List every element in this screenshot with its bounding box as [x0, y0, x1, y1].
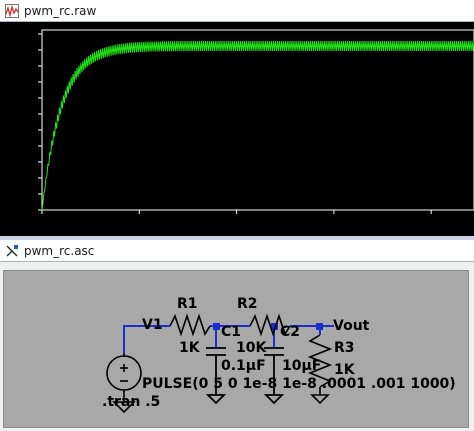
r1-value: 1K — [179, 340, 201, 356]
c1-value: 0.1µF — [221, 358, 266, 374]
ground-icon — [310, 394, 330, 405]
pulse-directive: PULSE(0 5 0 1e-8 1e-8 .0001 .001 1000) — [142, 376, 456, 392]
r1-resistor[interactable] — [169, 313, 211, 337]
x-tick-label: 100ms — [220, 218, 254, 229]
y-tick-label: 24mV — [8, 110, 37, 121]
junction-node-1 — [213, 323, 220, 330]
y-tick-label: 4mV — [14, 190, 37, 201]
x-tick-label: 0ms — [31, 218, 52, 229]
waveform-window-title: pwm_rc.raw — [24, 3, 97, 18]
waveform-window-titlebar[interactable]: pwm_rc.raw — [0, 0, 474, 22]
plot-background — [0, 22, 474, 236]
r3-label: R3 — [334, 340, 355, 356]
y-tick-label: 20mV — [8, 126, 37, 137]
tran-directive: .tran .5 — [102, 394, 160, 410]
ground-icon — [263, 394, 285, 405]
waveform-window: pwm_rc.raw 0mV 4mV 8mV 12mV 16mV 20mV 24mV 28mV… — [0, 0, 474, 236]
x-tick-label: 50ms — [125, 218, 153, 229]
r2-value: 10K — [236, 340, 267, 356]
y-tick-label: 12mV — [8, 158, 37, 169]
y-tick-label: 8mV — [14, 174, 37, 185]
junction-vout — [316, 323, 323, 330]
y-tick-label: 40mV — [8, 46, 37, 57]
y-tick-label: 44mV — [8, 30, 37, 41]
schematic-window-title: pwm_rc.asc — [24, 243, 95, 258]
c2-label: C2 — [280, 324, 300, 340]
x-tick-label: 150ms — [317, 218, 351, 229]
c2-value: 10µF — [282, 358, 321, 374]
y-tick-label: 32mV — [8, 78, 37, 89]
schematic-window: pwm_rc.asc V1 R1 1K R2 C1 10K 0.1µF C2 1… — [0, 240, 474, 431]
y-tick-label: 36mV — [8, 62, 37, 73]
waveform-icon — [5, 3, 19, 18]
ground-icon — [205, 394, 227, 405]
r1-label: R1 — [177, 296, 198, 312]
schematic-icon — [5, 244, 19, 258]
y-tick-label: 0mV — [14, 206, 37, 217]
waveform-plot[interactable]: 0mV 4mV 8mV 12mV 16mV 20mV 24mV 28mV 32mV 36mV 40m… — [0, 22, 474, 236]
schematic-canvas[interactable]: V1 R1 1K R2 C1 10K 0.1µF C2 10µF R3 1K V… — [3, 270, 469, 428]
y-tick-label: 28mV — [8, 94, 37, 105]
schematic-window-titlebar[interactable]: pwm_rc.asc — [0, 240, 474, 262]
x-tick-label: 200ms — [414, 218, 448, 229]
y-tick-label: 16mV — [8, 142, 37, 153]
c1-label: C1 — [221, 324, 241, 340]
r2-label: R2 — [237, 296, 258, 312]
v1-label: V1 — [142, 317, 163, 333]
vout-net-label: Vout — [333, 318, 370, 334]
